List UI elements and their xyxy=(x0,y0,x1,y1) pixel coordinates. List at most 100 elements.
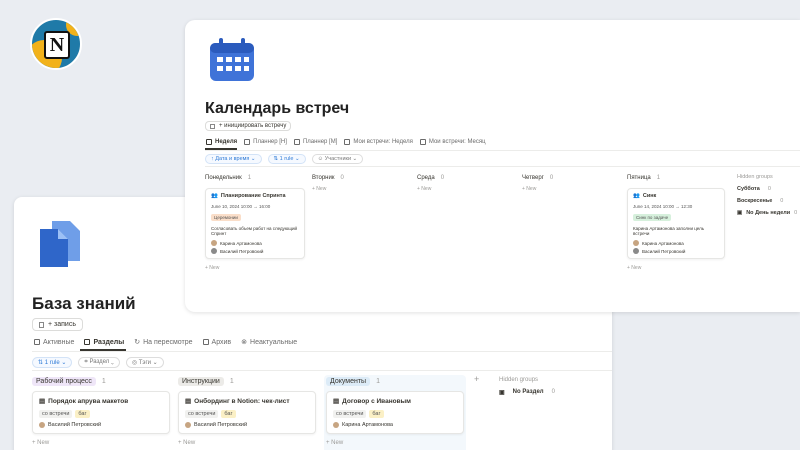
meeting-card[interactable]: 👥 Синк June 14, 2024 10:00 → 12:30 Синк п… xyxy=(627,188,725,259)
day-count: 0 xyxy=(440,175,445,181)
hidden-group-item[interactable]: ▣ No Раздел 0 xyxy=(499,389,555,396)
tab-planner-w[interactable]: Планнер [Н] xyxy=(244,139,287,145)
page-title: База знаний xyxy=(32,294,136,313)
date-filter-chip[interactable]: ↑ Дата и время ⌄ xyxy=(205,154,262,164)
new-card-button[interactable]: + New xyxy=(32,440,170,446)
calendar-small-icon xyxy=(210,123,215,129)
new-card-button[interactable]: + New xyxy=(205,265,305,271)
add-record-button[interactable]: + запись xyxy=(32,318,83,331)
board-card[interactable]: ▤ Порядок апрува макетов со встречи баг Ва… xyxy=(32,391,170,434)
hidden-group-item[interactable]: ▣ No День недели 0 xyxy=(737,210,797,216)
tag: со встречи xyxy=(39,410,73,418)
hidden-groups: Hidden groups Суббота 0 Воскресенье 0 ▣ No … xyxy=(737,174,798,216)
page-icon: ▤ xyxy=(333,398,340,405)
new-card-button[interactable]: + New xyxy=(312,186,412,192)
tab-sections[interactable]: Разделы xyxy=(84,338,124,346)
tab-planner-m[interactable]: Планнер [М] xyxy=(293,139,337,145)
meeting-date: June 14, 2024 10:00 → 12:30 xyxy=(633,204,693,209)
tab-outdated[interactable]: ⊗ Неактуальные xyxy=(241,338,297,347)
notion-logo: N xyxy=(30,18,82,70)
meeting-date: June 10, 2024 10:00 → 16:00 xyxy=(211,204,271,209)
column-label: Инструкции xyxy=(178,376,224,386)
rule-filter-chip[interactable]: ⇅ 1 rule ⌄ xyxy=(267,154,306,164)
square-icon xyxy=(34,339,40,345)
column-label: Документы xyxy=(326,376,371,386)
calendar-tab-icon xyxy=(206,139,212,145)
column-count: 1 xyxy=(101,377,106,385)
tab-active[interactable]: Активные xyxy=(34,338,74,346)
refresh-icon: ↻ xyxy=(134,339,141,346)
avatar xyxy=(185,422,191,428)
divider xyxy=(205,150,800,151)
tag: Синк по задаче xyxy=(633,214,672,221)
cancel-icon: ⊗ xyxy=(241,339,248,346)
hidden-group-item[interactable]: Воскресенье 0 xyxy=(737,198,797,204)
new-card-button[interactable]: + New xyxy=(326,440,464,446)
folder-icon: ▣ xyxy=(737,210,743,216)
day-label: Понедельник xyxy=(205,175,242,181)
new-card-button[interactable]: + New xyxy=(178,440,316,446)
participants-filter-chip[interactable]: ☺ Участники ⌄ xyxy=(311,154,364,164)
column-label: Рабочий процесс xyxy=(32,376,96,386)
day-count: 1 xyxy=(656,175,661,181)
day-column: Четверг 0 + New xyxy=(522,172,622,192)
board-column: Инструкции 1 ▤ Онбординг в Notion: чек-лис… xyxy=(178,375,316,446)
new-card-button[interactable]: + New xyxy=(522,186,622,192)
avatar xyxy=(633,248,639,254)
calendar-window: Календарь встреч + инициировать встречу … xyxy=(185,20,800,312)
page-icon xyxy=(39,321,44,328)
page-icon: ▤ xyxy=(39,398,46,405)
day-column: Пятница 1 👥 Синк June 14, 2024 10:00 → 12:… xyxy=(627,172,725,271)
notion-n-icon: N xyxy=(44,31,70,59)
meeting-card[interactable]: 👥 Планирование Спринта June 10, 2024 10:0… xyxy=(205,188,305,259)
board-card[interactable]: ▤ Договор с Ивановым со встречи баг Карина… xyxy=(326,391,464,434)
documents-icon xyxy=(40,221,80,267)
board-column: Документы 1 ▤ Договор с Ивановым со встреч… xyxy=(324,375,466,450)
tab-archive[interactable]: Архив xyxy=(202,338,231,346)
hidden-groups: Hidden groups ▣ No Раздел 0 xyxy=(499,377,555,396)
tab-week[interactable]: Неделя xyxy=(206,139,237,145)
board-icon xyxy=(419,139,426,145)
avatar xyxy=(211,240,217,246)
day-column: Среда 0 + New xyxy=(417,172,517,192)
calendar-icon xyxy=(210,38,254,81)
tab-review[interactable]: ↻ На пересмотре xyxy=(134,338,192,347)
tags-filter-chip[interactable]: ◎ Тэги ⌄ xyxy=(125,357,164,368)
page-title: Календарь встреч xyxy=(205,100,350,117)
people-icon: 👥 xyxy=(633,193,640,199)
tag: со встречи xyxy=(333,410,367,418)
meeting-description: Карина Артамонова заполни цель встречи xyxy=(633,226,705,236)
tab-my-meetings-week[interactable]: Мои встречи: Неделя xyxy=(344,139,413,145)
day-column: Вторник 0 + New xyxy=(312,172,412,192)
initiate-meeting-button[interactable]: + инициировать встречу xyxy=(205,121,292,131)
day-label: Вторник xyxy=(312,175,335,181)
column-count: 1 xyxy=(229,377,234,385)
add-group-button[interactable]: + xyxy=(474,374,479,384)
page-icon: ▤ xyxy=(185,398,192,405)
day-column: Понедельник 1 👥 Планирование Спринта June … xyxy=(205,172,305,271)
calendar-tab-icon xyxy=(293,139,300,145)
tag: баг xyxy=(75,410,90,418)
board-icon xyxy=(344,139,351,145)
tag: баг xyxy=(369,410,384,418)
section-filter-chip[interactable]: ⌗ Раздел ⌄ xyxy=(78,357,120,368)
rule-filter-chip[interactable]: ⇅ 1 rule ⌄ xyxy=(32,357,73,368)
filter-bar: ⇅ 1 rule ⌄ ⌗ Раздел ⌄ ◎ Тэги ⌄ xyxy=(32,357,164,368)
tab-my-meetings-month[interactable]: Мои встречи: Месяц xyxy=(419,139,486,145)
board-column: Рабочий процесс 1 ▤ Порядок апрува макетов… xyxy=(32,375,170,446)
divider xyxy=(205,166,800,167)
hidden-group-item[interactable]: Суббота 0 xyxy=(737,186,797,192)
tag: Церемонии xyxy=(211,214,241,221)
day-label: Пятница xyxy=(627,175,651,181)
meeting-description: Согласовать объем работ на следующий Спр… xyxy=(211,226,298,236)
board-card[interactable]: ▤ Онбординг в Notion: чек-лист со встречи… xyxy=(178,391,316,434)
tag: со встречи xyxy=(185,410,219,418)
archive-icon xyxy=(202,339,209,345)
board-icon xyxy=(84,339,91,345)
new-card-button[interactable]: + New xyxy=(627,265,725,271)
view-tabs: Неделя Планнер [Н] Планнер [М] Мои встре… xyxy=(206,139,486,145)
avatar xyxy=(333,422,339,428)
day-count: 1 xyxy=(247,175,252,181)
new-card-button[interactable]: + New xyxy=(417,186,517,192)
day-label: Среда xyxy=(417,175,435,181)
